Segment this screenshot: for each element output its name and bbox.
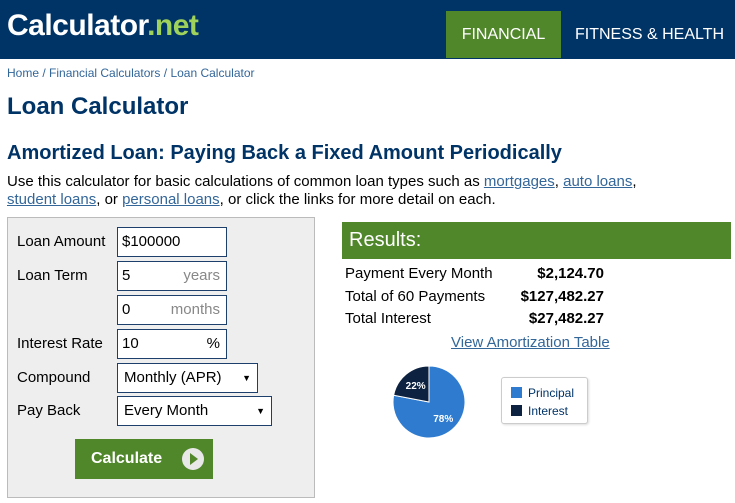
logo-dot: . <box>147 9 155 42</box>
loan-amount-input[interactable]: $100000 <box>117 227 227 257</box>
months-unit: months <box>170 301 220 318</box>
intro-text-end: , or click the links for more detail on … <box>219 191 496 208</box>
compound-selected-value: Monthly (APR) <box>124 369 222 386</box>
breadcrumb: Home / Financial Calculators / Loan Calc… <box>7 66 255 80</box>
loan-term-years-value: 5 <box>122 267 131 284</box>
logo-suffix: net <box>154 9 199 42</box>
link-auto-loans[interactable]: auto loans <box>563 173 632 190</box>
result-label-payment: Payment Every Month <box>345 265 493 282</box>
nav-tab-fitness-health[interactable]: FITNESS & HEALTH <box>575 11 724 58</box>
logo-main-text: Calculator <box>7 9 148 42</box>
interest-rate-input[interactable]: 10% <box>117 329 227 359</box>
loan-amount-label: Loan Amount <box>17 233 106 250</box>
breadcrumb-separator: / <box>160 66 171 80</box>
result-value-total-interest: $27,482.27 <box>528 310 604 327</box>
intro-separator: , or <box>96 191 123 208</box>
pie-label-interest: 22% <box>406 381 426 392</box>
interest-rate-label: Interest Rate <box>17 335 103 352</box>
pie-label-principal: 78% <box>433 414 453 425</box>
section-title: Amortized Loan: Paying Back a Fixed Amou… <box>7 142 562 164</box>
years-unit: years <box>183 267 220 284</box>
loan-term-label: Loan Term <box>17 267 88 284</box>
link-student-loans[interactable]: student loans <box>7 191 96 208</box>
pay-back-selected-value: Every Month <box>124 402 209 419</box>
intro-separator: , <box>554 173 564 190</box>
pay-back-select[interactable]: Every Month ▼ <box>117 396 272 426</box>
legend-item-principal: Principal <box>511 386 574 400</box>
site-logo[interactable]: Calculator.net <box>7 9 199 43</box>
result-label-total-payments: Total of 60 Payments <box>345 288 486 305</box>
interest-rate-value: 10 <box>122 335 139 352</box>
breadcrumb-home[interactable]: Home <box>7 66 39 80</box>
compound-label: Compound <box>17 369 91 386</box>
result-label-total-interest: Total Interest <box>345 310 431 327</box>
loan-term-years-input[interactable]: 5 years <box>117 261 227 291</box>
pay-back-label: Pay Back <box>17 402 81 419</box>
nav-tab-financial[interactable]: FINANCIAL <box>446 11 561 58</box>
breadcrumb-loan-calculator[interactable]: Loan Calculator <box>170 66 254 80</box>
play-arrow-icon <box>182 448 204 470</box>
link-mortgages[interactable]: mortgages <box>484 173 555 190</box>
percent-unit: % <box>206 335 220 352</box>
intro-paragraph: Use this calculator for basic calculatio… <box>7 173 707 209</box>
result-value-total-payments: $127,482.27 <box>520 288 604 305</box>
principal-interest-pie-chart: 78% 22% <box>392 366 466 439</box>
legend-swatch-interest <box>511 405 522 416</box>
loan-amount-value: $100000 <box>122 233 181 250</box>
site-header: Calculator.net FINANCIAL FITNESS & HEALT… <box>0 0 735 59</box>
legend-label-principal: Principal <box>528 386 575 400</box>
loan-term-months-input[interactable]: 0 months <box>117 295 227 325</box>
results-header: Results: <box>342 222 731 259</box>
page-title: Loan Calculator <box>7 93 189 120</box>
intro-separator: , <box>632 173 637 190</box>
legend-item-interest: Interest <box>511 404 568 418</box>
calculate-button[interactable]: Calculate <box>75 439 213 479</box>
calculate-button-label: Calculate <box>91 450 163 467</box>
view-amortization-table-link[interactable]: View Amortization Table <box>451 334 610 351</box>
link-personal-loans[interactable]: personal loans <box>122 191 220 208</box>
breadcrumb-financial-calculators[interactable]: Financial Calculators <box>49 66 160 80</box>
pie-legend: Principal Interest <box>501 377 588 424</box>
legend-label-interest: Interest <box>528 404 569 418</box>
dropdown-arrow-icon: ▼ <box>242 373 251 383</box>
compound-select[interactable]: Monthly (APR) ▼ <box>117 363 258 393</box>
result-value-payment: $2,124.70 <box>537 265 604 282</box>
dropdown-arrow-icon: ▼ <box>256 406 265 416</box>
legend-swatch-principal <box>511 387 522 398</box>
breadcrumb-separator: / <box>39 66 50 80</box>
intro-text: Use this calculator for basic calculatio… <box>7 173 484 190</box>
loan-term-months-value: 0 <box>122 301 131 318</box>
